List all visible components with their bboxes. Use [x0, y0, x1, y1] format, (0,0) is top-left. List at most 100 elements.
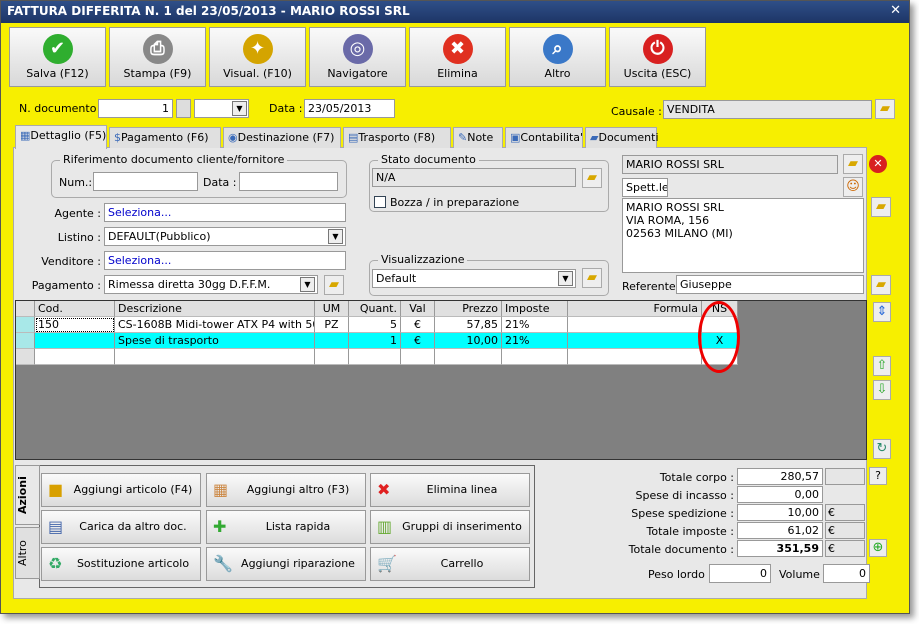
causale-field[interactable]: VENDITA	[663, 100, 872, 119]
referente-input[interactable]: Giuseppe	[676, 275, 864, 294]
folder-icon[interactable]: ▰	[324, 275, 344, 295]
zoom-in-icon[interactable]: ⊕	[869, 539, 887, 557]
tab-documenti[interactable]: ▰Documenti	[585, 127, 659, 148]
tab-note[interactable]: ✎Note	[453, 127, 503, 148]
aggiungi-altro-f3--button[interactable]: ▦ Aggiungi altro (F3)	[206, 473, 366, 507]
grid-cell[interactable]: 57,85	[435, 317, 502, 333]
grid-cell[interactable]: 5	[349, 317, 401, 333]
address-textarea[interactable]: MARIO ROSSI SRL VIA ROMA, 156 02563 MILA…	[622, 198, 864, 273]
tab-azioni[interactable]: Azioni	[15, 465, 40, 525]
grid-cell[interactable]: €	[401, 317, 435, 333]
altrobutton[interactable]: ⌕ Altro	[509, 27, 606, 87]
sostituzione-articolo-button[interactable]: ♻ Sostituzione articolo	[41, 547, 201, 581]
pagamento-select[interactable]: Rimessa diretta 30gg D.F.F.M. ▼	[104, 275, 318, 294]
help-button[interactable]: ?	[869, 467, 887, 485]
ndoc-input[interactable]: 1	[98, 99, 173, 118]
tab-destinazione-f-[interactable]: ◉Destinazione (F7)	[223, 127, 341, 148]
grid-cell[interactable]	[349, 349, 401, 365]
visual-select[interactable]: Default ▼	[372, 269, 576, 288]
grid-cell[interactable]: CS-1608B Midi-tower ATX P4 with 500...	[115, 317, 315, 333]
grid-cell[interactable]	[315, 349, 349, 365]
folder-icon[interactable]: ▰	[582, 268, 602, 288]
folder-icon[interactable]: ▰	[875, 99, 895, 119]
elimina-linea-button[interactable]: ✖ Elimina linea	[370, 473, 530, 507]
grid-cell[interactable]	[35, 349, 115, 365]
rif-num-input[interactable]	[93, 172, 198, 191]
row-selector[interactable]	[16, 349, 35, 365]
user-icon[interactable]: ☺	[843, 177, 863, 197]
column-header[interactable]: Imposte	[502, 301, 568, 317]
volume-input[interactable]: 0	[823, 564, 870, 583]
column-header[interactable]: Formula	[568, 301, 702, 317]
gruppi-di-inserimento-button[interactable]: ▥ Gruppi di inserimento	[370, 510, 530, 544]
grid-cell[interactable]	[115, 349, 315, 365]
grid-cell[interactable]	[35, 333, 115, 349]
carica-da-altro-doc--button[interactable]: ▤ Carica da altro doc.	[41, 510, 201, 544]
ndoc-suffix-select[interactable]: ▼	[194, 99, 249, 118]
grid-cell[interactable]: 10,00	[435, 333, 502, 349]
arrow-down-icon[interactable]: ⇩	[873, 380, 891, 400]
folder-icon[interactable]: ▰	[871, 275, 891, 295]
tab-pagamento-f-[interactable]: $Pagamento (F6)	[109, 127, 221, 148]
stampa-f-button[interactable]: ⎙ Stampa (F9)	[109, 27, 206, 87]
grid-cell[interactable]	[401, 349, 435, 365]
aggiungi-articolo-f4--button[interactable]: ■ Aggiungi articolo (F4)	[41, 473, 201, 507]
peso-input[interactable]: 0	[709, 564, 771, 583]
currency-field: €	[825, 522, 865, 539]
ndoc-label: N. documento :	[19, 102, 104, 115]
refresh-icon[interactable]: ↻	[873, 439, 891, 459]
grid-cell[interactable]: PZ	[315, 317, 349, 333]
tab-trasporto-f-[interactable]: ▤Trasporto (F8)	[343, 127, 451, 148]
items-grid[interactable]: Cod. Descrizione UM Quant. Val Prezzo Imposte F…	[15, 300, 867, 460]
row-selector[interactable]	[16, 333, 35, 349]
grid-cell[interactable]	[435, 349, 502, 365]
column-header[interactable]: Cod.	[35, 301, 115, 317]
column-header[interactable]: Quant.	[349, 301, 401, 317]
move-arrows-icon[interactable]: ⇕	[873, 302, 891, 322]
column-header[interactable]: Val	[401, 301, 435, 317]
tab-label: Documenti	[598, 131, 659, 144]
carrello-button[interactable]: 🛒 Carrello	[370, 547, 530, 581]
spett-input[interactable]: Spett.le	[622, 178, 668, 197]
aggiungi-riparazione-button[interactable]: 🔧 Aggiungi riparazione	[206, 547, 366, 581]
column-header[interactable]: Descrizione	[115, 301, 315, 317]
close-window-button[interactable]: ✕	[890, 3, 901, 18]
folder-icon[interactable]: ▰	[582, 168, 602, 188]
cliente-name[interactable]: MARIO ROSSI SRL	[622, 155, 838, 174]
salva-f-button[interactable]: ✔ Salva (F12)	[9, 27, 106, 87]
grid-cell[interactable]: Spese di trasporto	[115, 333, 315, 349]
folder-icon[interactable]: ▰	[871, 197, 891, 217]
rif-data-input[interactable]	[239, 172, 338, 191]
grid-cell[interactable]: €	[401, 333, 435, 349]
tab-dettaglio-f-[interactable]: ▦Dettaglio (F5)	[15, 125, 107, 149]
grid-cell[interactable]	[568, 333, 702, 349]
grid-cell[interactable]	[502, 349, 568, 365]
grid-cell[interactable]	[315, 333, 349, 349]
agente-input[interactable]: Seleziona...	[104, 203, 346, 222]
date-input[interactable]: 23/05/2013	[304, 99, 395, 118]
grid-cell[interactable]: 150	[35, 317, 115, 333]
venditore-input[interactable]: Seleziona...	[104, 251, 346, 270]
folder-icon[interactable]: ▰	[843, 154, 863, 174]
row-selector[interactable]	[16, 317, 35, 333]
bozza-checkbox[interactable]	[374, 196, 386, 208]
navigatorebutton[interactable]: ◎ Navigatore	[309, 27, 406, 87]
visual-f-button[interactable]: ✦ Visual. (F10)	[209, 27, 306, 87]
lista-rapida-button[interactable]: ✚ Lista rapida	[206, 510, 366, 544]
grid-cell[interactable]	[568, 349, 702, 365]
grid-cell[interactable]: 21%	[502, 333, 568, 349]
uscita-esc-button[interactable]: ⏻ Uscita (ESC)	[609, 27, 706, 87]
column-header[interactable]: Prezzo	[435, 301, 502, 317]
column-header[interactable]: UM	[315, 301, 349, 317]
grid-cell[interactable]: 21%	[502, 317, 568, 333]
remove-client-icon[interactable]: ✕	[869, 155, 887, 173]
eliminabutton[interactable]: ✖ Elimina	[409, 27, 506, 87]
tab-contabilita-[interactable]: ▣Contabilita'	[505, 127, 583, 148]
tab-altro[interactable]: Altro	[15, 527, 40, 579]
arrow-up-icon[interactable]: ⇧	[873, 356, 891, 376]
grid-cell[interactable]: 1	[349, 333, 401, 349]
listino-select[interactable]: DEFAULT(Pubblico) ▼	[104, 227, 346, 246]
grid-cell[interactable]	[568, 317, 702, 333]
ndoc-spin-button[interactable]	[176, 99, 191, 118]
peso-label: Peso lordo :	[648, 568, 712, 581]
